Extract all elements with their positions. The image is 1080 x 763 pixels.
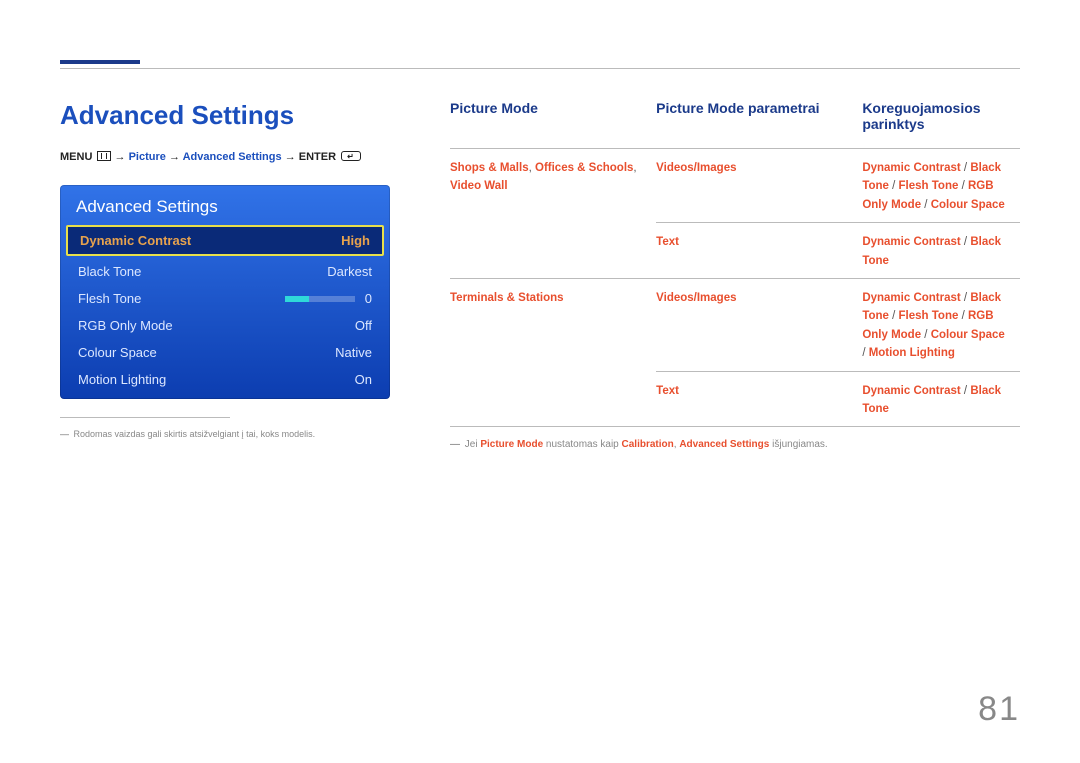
separator: / xyxy=(889,180,899,192)
footnote-text: Rodomas vaizdas gali skirtis atsižvelgia… xyxy=(74,429,316,439)
osd-row-label: Motion Lighting xyxy=(78,372,166,387)
osd-row-value: 0 xyxy=(285,291,372,306)
advanced-step: Advanced Settings xyxy=(183,151,282,163)
page-title: Advanced Settings xyxy=(60,100,390,131)
th-picture-mode-params: Picture Mode parametrai xyxy=(656,100,862,149)
cell-picture-mode: Terminals & Stations xyxy=(450,278,656,426)
note-prefix: Jei xyxy=(465,439,481,450)
cell-options: Dynamic Contrast / Black Tone / Flesh To… xyxy=(862,278,1020,371)
table-row: Shops & Malls, Offices & Schools, Video … xyxy=(450,149,1020,223)
option-name: Dynamic Contrast xyxy=(862,236,960,248)
th-picture-mode: Picture Mode xyxy=(450,100,656,149)
osd-row-value: Darkest xyxy=(327,264,372,279)
osd-row[interactable]: Flesh Tone 0 xyxy=(60,285,390,312)
menu-label: MENU xyxy=(60,151,92,163)
divider xyxy=(60,417,230,418)
enter-label: ENTER xyxy=(299,151,336,163)
osd-row[interactable]: Dynamic Contrast High xyxy=(66,225,384,256)
header-accent xyxy=(60,60,140,64)
page-number: 81 xyxy=(978,690,1020,729)
param-name: Text xyxy=(656,236,679,248)
option-name: Flesh Tone xyxy=(899,180,959,192)
mode-name: Video Wall xyxy=(450,180,508,192)
param-name: Text xyxy=(656,385,679,397)
osd-row-label: Dynamic Contrast xyxy=(80,233,191,248)
mode-name: Shops & Malls xyxy=(450,162,529,174)
cell-picture-mode: Shops & Malls, Offices & Schools, Video … xyxy=(450,149,656,279)
osd-row-value: On xyxy=(355,372,372,387)
osd-row-value: Off xyxy=(355,318,372,333)
osd-row-label: Black Tone xyxy=(78,264,141,279)
separator: / xyxy=(921,329,931,341)
option-name: Motion Lighting xyxy=(869,347,955,359)
dash-icon: ― xyxy=(450,439,460,450)
option-name: Dynamic Contrast xyxy=(862,385,960,397)
slider[interactable] xyxy=(285,296,355,302)
table-footnote: ― Jei Picture Mode nustatomas kaip Calib… xyxy=(450,427,1020,452)
enter-icon xyxy=(341,151,361,161)
osd-row-value: High xyxy=(341,233,370,248)
table-row: Terminals & Stations Videos/Images Dynamic… xyxy=(450,278,1020,371)
osd-row-label: Flesh Tone xyxy=(78,291,141,306)
cell-options: Dynamic Contrast / Black Tone xyxy=(862,223,1020,279)
picture-step: Picture xyxy=(129,151,166,163)
option-name: Dynamic Contrast xyxy=(862,162,960,174)
options-table: Picture Mode Picture Mode parametrai Kor… xyxy=(450,100,1020,427)
separator: / xyxy=(958,310,968,322)
mode-name: Terminals & Stations xyxy=(450,292,564,304)
arrow-icon: → xyxy=(115,151,126,163)
menu-icon xyxy=(97,151,111,161)
separator: / xyxy=(961,162,971,174)
note-suffix: išjungiamas. xyxy=(769,439,827,450)
osd-panel: Advanced Settings Dynamic Contrast High Bl… xyxy=(60,185,390,399)
separator: / xyxy=(961,385,971,397)
osd-row-label: Colour Space xyxy=(78,345,157,360)
param-name: Videos/Images xyxy=(656,292,736,304)
dash-icon: ― xyxy=(60,429,69,439)
separator: , xyxy=(633,162,636,174)
note-bold: Calibration xyxy=(622,439,674,450)
th-adjustable-options: Koreguojamosios parinktys xyxy=(862,100,1020,149)
osd-row[interactable]: Black Tone Darkest xyxy=(60,258,390,285)
osd-row-value: Native xyxy=(335,345,372,360)
note-mid: nustatomas kaip xyxy=(543,439,621,450)
note-bold: Advanced Settings xyxy=(679,439,769,450)
osd-title: Advanced Settings xyxy=(60,185,390,223)
cell-options: Dynamic Contrast / Black Tone xyxy=(862,371,1020,427)
option-name: Flesh Tone xyxy=(899,310,959,322)
cell-options: Dynamic Contrast / Black Tone / Flesh To… xyxy=(862,149,1020,223)
separator: / xyxy=(961,236,971,248)
mode-name: Offices & Schools xyxy=(535,162,633,174)
cell-param: Text xyxy=(656,223,862,279)
osd-row[interactable]: Motion Lighting On xyxy=(60,366,390,393)
osd-row-label: RGB Only Mode xyxy=(78,318,173,333)
arrow-icon: → xyxy=(285,151,296,163)
cell-param: Text xyxy=(656,371,862,427)
osd-row[interactable]: Colour Space Native xyxy=(60,339,390,366)
separator: / xyxy=(889,310,899,322)
option-name: Dynamic Contrast xyxy=(862,292,960,304)
cell-param: Videos/Images xyxy=(656,149,862,223)
param-name: Videos/Images xyxy=(656,162,736,174)
arrow-icon: → xyxy=(169,151,180,163)
header-rule xyxy=(60,68,1020,69)
separator: / xyxy=(958,180,968,192)
separator: / xyxy=(961,292,971,304)
breadcrumb: MENU → Picture → Advanced Settings → ENT… xyxy=(60,149,390,167)
footnote-left: ― Rodomas vaizdas gali skirtis atsižvelg… xyxy=(60,428,390,441)
separator: / xyxy=(921,199,931,211)
cell-param: Videos/Images xyxy=(656,278,862,371)
note-bold: Picture Mode xyxy=(480,439,543,450)
option-name: Colour Space xyxy=(931,329,1005,341)
option-name: Colour Space xyxy=(931,199,1005,211)
osd-row[interactable]: RGB Only Mode Off xyxy=(60,312,390,339)
